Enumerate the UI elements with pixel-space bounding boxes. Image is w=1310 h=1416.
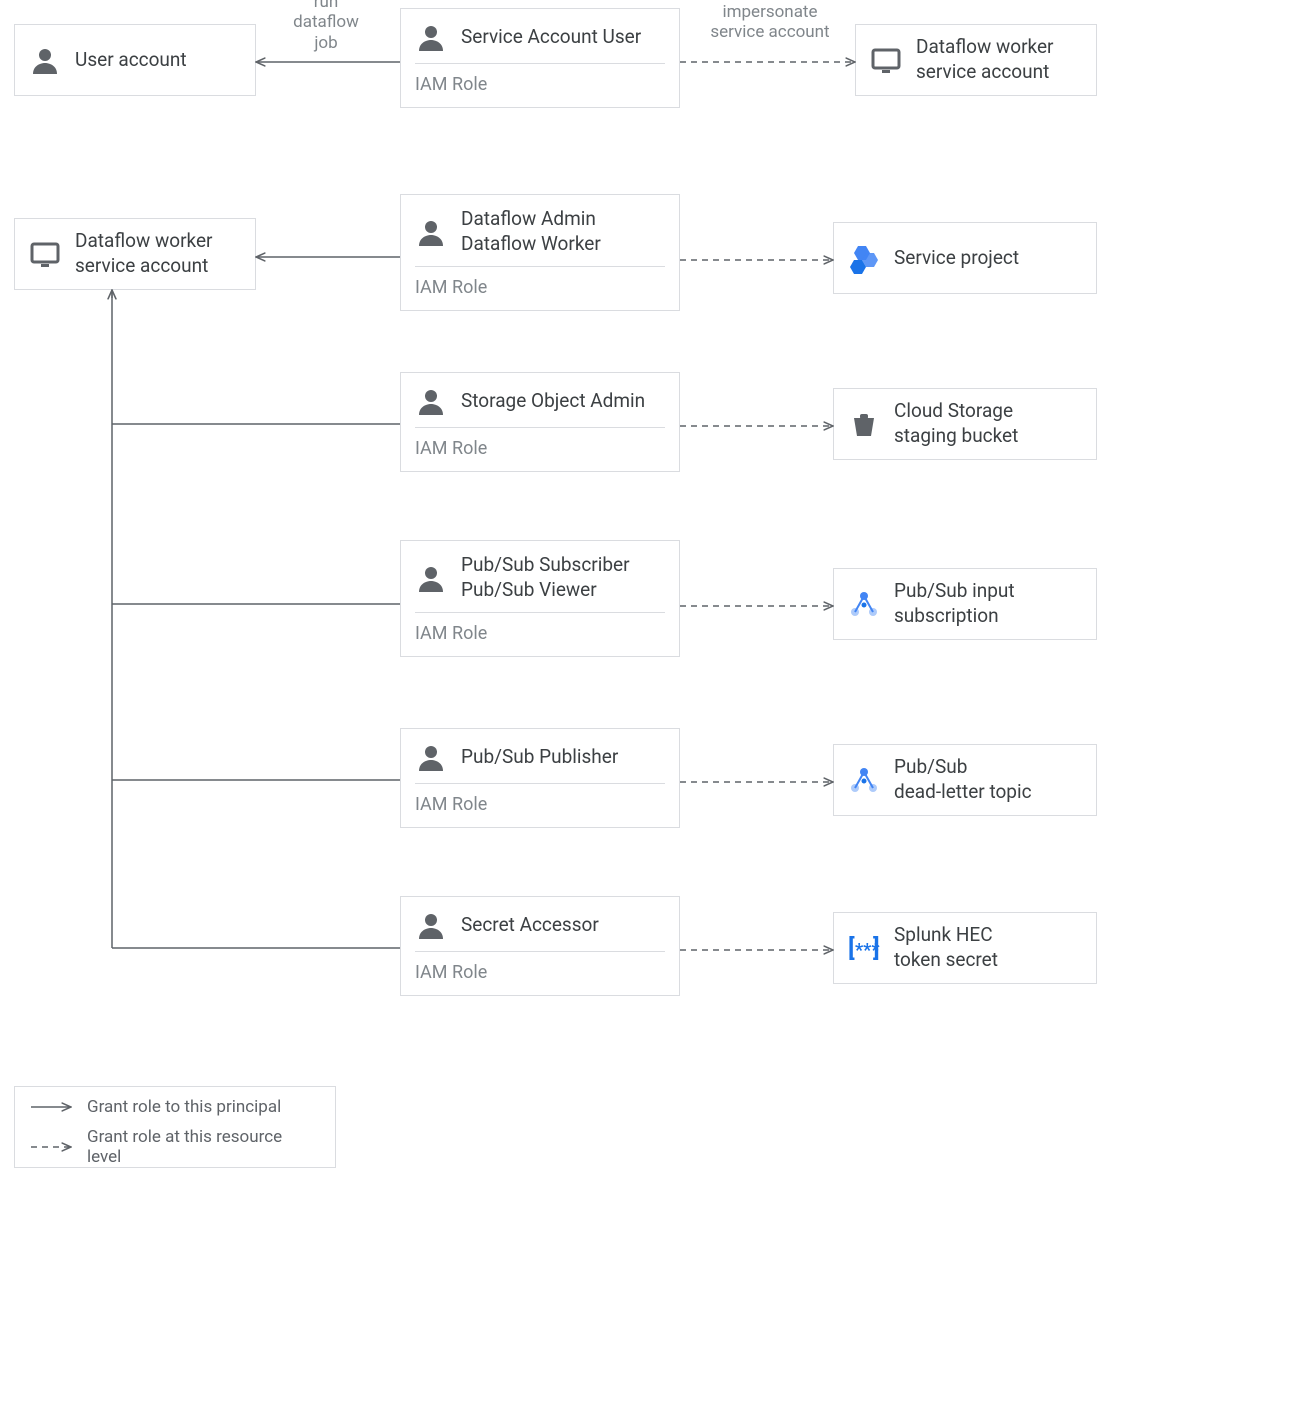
role-title: Dataflow Admin Dataflow Worker (461, 207, 601, 256)
role-subtitle: IAM Role (401, 64, 679, 107)
person-icon (415, 21, 447, 53)
legend-dashed-label: Grant role at this resource level (87, 1127, 317, 1167)
person-icon (29, 44, 61, 76)
legend-row-dashed: Grant role at this resource level (15, 1127, 335, 1167)
hexagon-icon (848, 242, 880, 274)
node-dataflow-worker-sa-left: Dataflow worker service account (14, 218, 256, 290)
role-title: Pub/Sub Publisher (461, 745, 618, 770)
user-account-label: User account (75, 48, 187, 73)
role-title: Pub/Sub Subscriber Pub/Sub Viewer (461, 553, 630, 602)
service-project-label: Service project (894, 246, 1019, 271)
connector-dashed (680, 780, 833, 784)
role-subtitle: IAM Role (401, 613, 679, 656)
node-role-dataflow-admin-worker: Dataflow Admin Dataflow Worker IAM Role (400, 194, 680, 311)
person-icon (415, 562, 447, 594)
edge-label-run-dataflow: run dataflow job (256, 0, 396, 53)
node-pubsub-deadletter-topic: Pub/Sub dead-letter topic (833, 744, 1097, 816)
node-service-project: Service project (833, 222, 1097, 294)
connector-dashed (680, 604, 833, 608)
monitor-icon (29, 238, 61, 270)
legend-solid-label: Grant role to this principal (87, 1097, 281, 1117)
pubsub-icon (848, 764, 880, 796)
role-subtitle: IAM Role (401, 267, 679, 310)
cloud-storage-bucket-label: Cloud Storage staging bucket (894, 399, 1018, 448)
node-cloud-storage-bucket: Cloud Storage staging bucket (833, 388, 1097, 460)
pubsub-icon (848, 588, 880, 620)
node-role-pubsub-subscriber-viewer: Pub/Sub Subscriber Pub/Sub Viewer IAM Ro… (400, 540, 680, 657)
arrow-dashed-icon (29, 1141, 73, 1153)
dataflow-worker-sa-left-label: Dataflow worker service account (75, 229, 212, 278)
node-role-secret-accessor: Secret Accessor IAM Role (400, 896, 680, 996)
connector-dashed (680, 258, 833, 262)
node-dataflow-worker-sa-top: Dataflow worker service account (855, 24, 1097, 96)
edge-label-impersonate: impersonate service account (690, 2, 850, 43)
node-role-pubsub-publisher: Pub/Sub Publisher IAM Role (400, 728, 680, 828)
role-subtitle: IAM Role (401, 784, 679, 827)
secret-icon (848, 932, 880, 964)
role-title: Service Account User (461, 25, 641, 50)
person-icon (415, 385, 447, 417)
splunk-secret-label: Splunk HEC token secret (894, 923, 998, 972)
role-title: Storage Object Admin (461, 389, 645, 414)
connector-dashed (680, 424, 833, 428)
pubsub-input-label: Pub/Sub input subscription (894, 579, 1015, 628)
node-role-storage-object-admin: Storage Object Admin IAM Role (400, 372, 680, 472)
node-pubsub-input-subscription: Pub/Sub input subscription (833, 568, 1097, 640)
role-subtitle: IAM Role (401, 428, 679, 471)
monitor-icon (870, 44, 902, 76)
person-icon (415, 216, 447, 248)
role-title: Secret Accessor (461, 913, 599, 938)
pubsub-deadletter-label: Pub/Sub dead-letter topic (894, 755, 1032, 804)
node-user-account: User account (14, 24, 256, 96)
node-splunk-hec-secret: Splunk HEC token secret (833, 912, 1097, 984)
person-icon (415, 909, 447, 941)
bucket-icon (848, 408, 880, 440)
connector-solid (256, 60, 400, 64)
role-subtitle: IAM Role (401, 952, 679, 995)
connector-dashed (680, 60, 855, 64)
legend-box: Grant role to this principal Grant role … (14, 1086, 336, 1168)
connector-trunk (110, 290, 402, 960)
arrow-solid-icon (29, 1101, 73, 1113)
dataflow-worker-sa-top-label: Dataflow worker service account (916, 35, 1053, 84)
connector-solid (256, 255, 400, 259)
legend-row-solid: Grant role to this principal (15, 1087, 335, 1127)
node-role-service-account-user: Service Account User IAM Role (400, 8, 680, 108)
person-icon (415, 741, 447, 773)
connector-dashed (680, 948, 833, 952)
